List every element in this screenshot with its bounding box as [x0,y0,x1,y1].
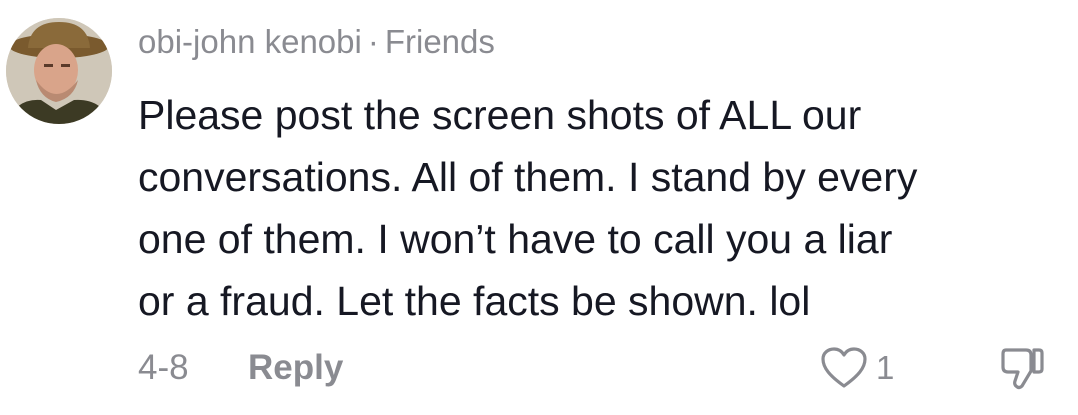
reply-button[interactable]: Reply [248,342,343,394]
heart-outline-icon [821,347,867,388]
comment-line: conversations. All of them. I stand by e… [138,154,918,200]
comment-line: Please post the screen shots of ALL our [138,92,862,138]
like-count: 1 [876,349,895,386]
dislike-button[interactable] [998,344,1046,407]
comment-text: Please post the screen shots of ALL our … [138,84,1068,332]
comment-line: one of them. I won’t have to call you a … [138,216,893,262]
comment-line: or a fraud. Let the facts be shown. lol [138,278,811,324]
comment-item: obi-john kenobi · Friends Please post the … [0,0,1078,415]
comment-date: 4-8 [138,348,189,387]
comment-footer: 4-8 Reply 1 [138,342,1068,394]
comment-header: obi-john kenobi · Friends [138,20,495,64]
separator: · [367,23,379,60]
author-name[interactable]: obi-john kenobi [138,23,362,60]
avatar[interactable] [6,18,112,124]
thumbs-down-icon [1001,348,1044,390]
relation-label: Friends [384,23,495,60]
